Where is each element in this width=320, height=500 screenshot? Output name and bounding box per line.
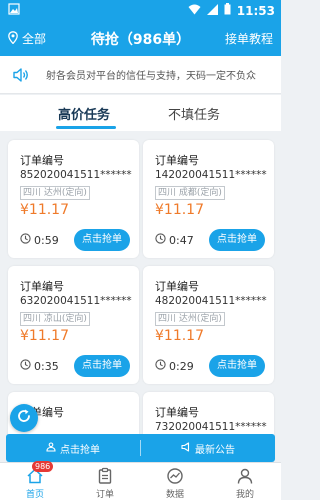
order-card[interactable]: 订单编号 852020041511****** 四川 达州(定向) ¥11.17… (8, 140, 139, 258)
clock-time: 11:53 (236, 3, 275, 18)
countdown: 0:47 (155, 233, 194, 247)
image-notification-icon (8, 3, 20, 18)
countdown: 0:29 (155, 359, 194, 373)
announcement-label: 最新公告 (195, 444, 235, 456)
location-label: 全部 (22, 32, 47, 46)
refresh-button[interactable] (10, 404, 38, 432)
announcement-icon (181, 441, 191, 455)
grab-order-bar-button[interactable]: 点击抢单 (6, 434, 140, 462)
clipboard-icon (96, 467, 114, 485)
guide-link[interactable]: 接单教程 (225, 30, 273, 47)
order-card[interactable]: 订单编号 482020041511****** 四川 达州(定向) ¥11.17… (143, 266, 274, 384)
order-price: ¥11.17 (20, 328, 69, 344)
nav-orders[interactable]: 订单 (70, 463, 140, 500)
refresh-icon (16, 408, 32, 428)
notice-bar: 射各会员对平台的信任与支持，天码一定不负众 (0, 56, 281, 94)
order-label: 订单编号 (155, 154, 199, 167)
order-price: ¥11.17 (20, 202, 69, 218)
order-price: ¥11.17 (155, 328, 204, 344)
notice-text: 射各会员对平台的信任与支持，天码一定不负众 (46, 71, 256, 82)
nav-profile[interactable]: 我的 (210, 463, 280, 500)
status-bar: 11:53 (0, 0, 281, 20)
grab-order-button[interactable]: 点击抢单 (74, 355, 130, 377)
speaker-icon (12, 66, 30, 84)
location-pin-icon (8, 30, 18, 47)
order-label: 订单编号 (155, 406, 199, 419)
countdown: 0:59 (20, 233, 59, 247)
order-number: 852020041511****** (20, 169, 132, 181)
grab-order-button[interactable]: 点击抢单 (74, 229, 130, 251)
order-label: 订单编号 (155, 280, 199, 293)
order-grid: 订单编号 852020041511****** 四川 达州(定向) ¥11.17… (0, 131, 281, 460)
tab-no-fill[interactable]: 不填任务 (168, 104, 220, 123)
battery-icon (224, 3, 231, 18)
clock-icon (155, 359, 166, 373)
countdown-value: 0:59 (34, 233, 59, 247)
nav-data-label: 数据 (165, 490, 184, 500)
person-icon (236, 467, 254, 485)
order-number: 632020041511****** (20, 295, 132, 307)
signal-icon (206, 3, 218, 18)
order-label: 订单编号 (20, 280, 64, 293)
grab-order-button[interactable]: 点击抢单 (209, 229, 265, 251)
order-location: 四川 达州(定向) (155, 312, 225, 326)
nav-profile-label: 我的 (235, 490, 254, 500)
clock-icon (155, 233, 166, 247)
nav-home[interactable]: 986 首页 (0, 461, 70, 500)
bottom-nav: 986 首页 订单 数据 我的 (0, 461, 281, 500)
order-number: 142020041511****** (155, 169, 267, 181)
order-card[interactable]: 订单编号 142020041511****** 四川 成都(定向) ¥11.17… (143, 140, 274, 258)
order-location: 四川 成都(定向) (155, 186, 225, 200)
order-location: 四川 达州(定向) (20, 186, 90, 200)
order-label: 订单编号 (20, 154, 64, 167)
grab-order-button[interactable]: 点击抢单 (209, 355, 265, 377)
order-number: 482020041511****** (155, 295, 267, 307)
tab-high-price[interactable]: 高价任务 (58, 104, 110, 123)
nav-home-label: 首页 (25, 490, 44, 500)
nav-data[interactable]: 数据 (140, 463, 210, 500)
active-tab-indicator (56, 126, 116, 129)
app-header: 全部 待抢（986单） 接单教程 (0, 20, 281, 56)
location-filter[interactable]: 全部 (8, 30, 46, 47)
grab-order-bar-label: 点击抢单 (60, 444, 100, 456)
countdown-value: 0:35 (34, 359, 59, 373)
wifi-icon (188, 4, 201, 18)
nav-orders-label: 订单 (95, 490, 114, 500)
tab-bar: 高价任务 不填任务 (0, 95, 281, 131)
countdown: 0:35 (20, 359, 59, 373)
countdown-value: 0:29 (169, 359, 194, 373)
chart-icon (166, 467, 184, 485)
order-price: ¥11.17 (155, 202, 204, 218)
action-bar: 点击抢单 最新公告 (6, 434, 275, 462)
order-location: 四川 凉山(定向) (20, 312, 90, 326)
order-card[interactable]: 订单编号 632020041511****** 四川 凉山(定向) ¥11.17… (8, 266, 139, 384)
grab-icon (46, 441, 56, 455)
countdown-value: 0:47 (169, 233, 194, 247)
order-number: 732020041511****** (155, 421, 267, 433)
clock-icon (20, 359, 31, 373)
clock-icon (20, 233, 31, 247)
announcement-button[interactable]: 最新公告 (141, 434, 275, 462)
home-badge: 986 (32, 461, 54, 472)
